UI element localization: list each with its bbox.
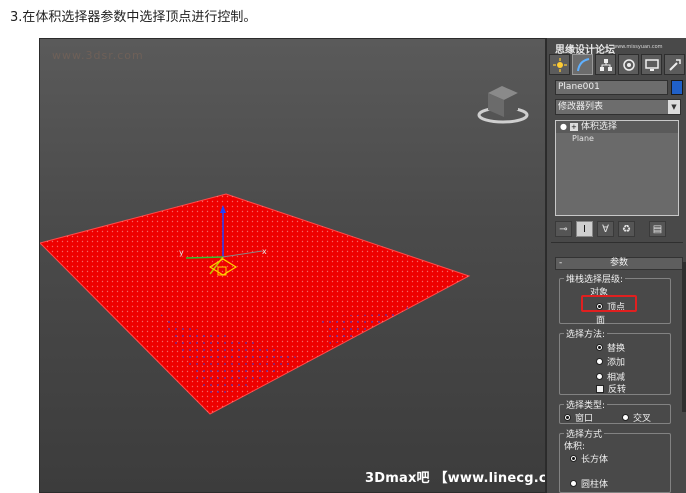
- radio-cylinder[interactable]: 圆柱体: [570, 477, 608, 490]
- stack-toolbar: ⊸ Ι ∀ ♻ ▤: [555, 220, 683, 238]
- radio-selected-icon: [564, 414, 571, 421]
- panel-scrollbar[interactable]: [682, 262, 686, 412]
- select-by-group: 选择方式 体积: 长方体 圆柱体: [559, 427, 671, 493]
- radio-window[interactable]: 窗口: [564, 411, 593, 424]
- svg-text:y: y: [179, 248, 184, 257]
- group-title: 堆栈选择层级:: [564, 272, 626, 285]
- group-title: 选择方法:: [564, 327, 608, 340]
- invert-checkbox[interactable]: 反转: [596, 382, 626, 395]
- parameters-rollout-header[interactable]: - 参数: [555, 257, 683, 270]
- step-caption: 3.在体积选择器参数中选择顶点进行控制。: [10, 10, 257, 25]
- make-unique-icon[interactable]: ∀: [597, 221, 614, 237]
- object-name-field[interactable]: Plane001: [555, 80, 668, 95]
- volume-label: 体积:: [564, 442, 586, 452]
- modify-icon[interactable]: [572, 54, 593, 75]
- radio-icon: [570, 480, 577, 487]
- radio-face[interactable]: 面: [596, 313, 605, 326]
- display-icon[interactable]: [641, 54, 662, 75]
- utilities-icon[interactable]: [664, 54, 685, 75]
- rollout-title: 参数: [609, 258, 628, 268]
- radio-selected-icon: [570, 455, 577, 462]
- selection-method-group: 选择方法: 替换 添加 相减 反转: [559, 327, 671, 395]
- create-icon[interactable]: [549, 54, 570, 75]
- modifier-list-label: 修改器列表: [558, 102, 604, 112]
- chevron-down-icon: ▼: [668, 100, 680, 114]
- group-title: 选择类型:: [564, 398, 608, 411]
- radio-icon: [596, 358, 603, 365]
- selection-type-group: 选择类型: 窗口 交叉: [559, 398, 671, 424]
- expand-icon[interactable]: +: [569, 123, 578, 131]
- panel-logo-url: www.missyuan.com: [613, 44, 663, 50]
- stack-item-volume-select[interactable]: ● + 体积选择: [556, 121, 678, 133]
- svg-text:x: x: [262, 247, 267, 256]
- stack-item-plane[interactable]: Plane: [556, 133, 678, 145]
- command-tabs: [549, 54, 685, 76]
- radio-icon: [596, 373, 603, 380]
- radio-icon: [622, 414, 629, 421]
- stack-item-label: Plane: [572, 134, 594, 143]
- plane-mesh[interactable]: y x: [40, 39, 546, 493]
- modifier-stack: ● + 体积选择 Plane: [555, 120, 679, 216]
- radio-crossing[interactable]: 交叉: [622, 411, 651, 424]
- viewcube-icon: [477, 86, 529, 124]
- pin-stack-icon[interactable]: ⊸: [555, 221, 572, 237]
- command-panel: 思缘设计论坛 www.missyuan.com Plane001 修改器列表 ▼…: [546, 38, 686, 493]
- show-end-result-icon[interactable]: Ι: [576, 221, 593, 237]
- divider: [551, 242, 683, 243]
- 3dsmax-window: www.3dsr.com y x 3Dmax吧 【www.linecg.c 思缘…: [39, 38, 686, 493]
- perspective-viewport[interactable]: www.3dsr.com y x 3Dmax吧 【www.linecg.c: [39, 38, 546, 493]
- hierarchy-icon[interactable]: [595, 54, 616, 75]
- radio-replace[interactable]: 替换: [596, 341, 625, 354]
- modifier-list-dropdown[interactable]: 修改器列表 ▼: [555, 99, 681, 115]
- vertex-highlight-box: [581, 295, 637, 312]
- motion-icon[interactable]: [618, 54, 639, 75]
- bottom-watermark: 3Dmax吧 【www.linecg.com/tieba/1771】: [365, 471, 546, 486]
- radio-selected-icon: [596, 344, 603, 351]
- radio-add[interactable]: 添加: [596, 355, 625, 368]
- checkbox-icon: [596, 384, 604, 393]
- stack-item-label: 体积选择: [580, 122, 617, 132]
- object-color-swatch[interactable]: [671, 80, 683, 95]
- configure-sets-icon[interactable]: ▤: [649, 221, 666, 237]
- remove-modifier-icon[interactable]: ♻: [618, 221, 635, 237]
- radio-box[interactable]: 长方体: [570, 452, 608, 465]
- collapse-icon: -: [559, 258, 563, 268]
- lightbulb-icon[interactable]: ●: [560, 121, 567, 133]
